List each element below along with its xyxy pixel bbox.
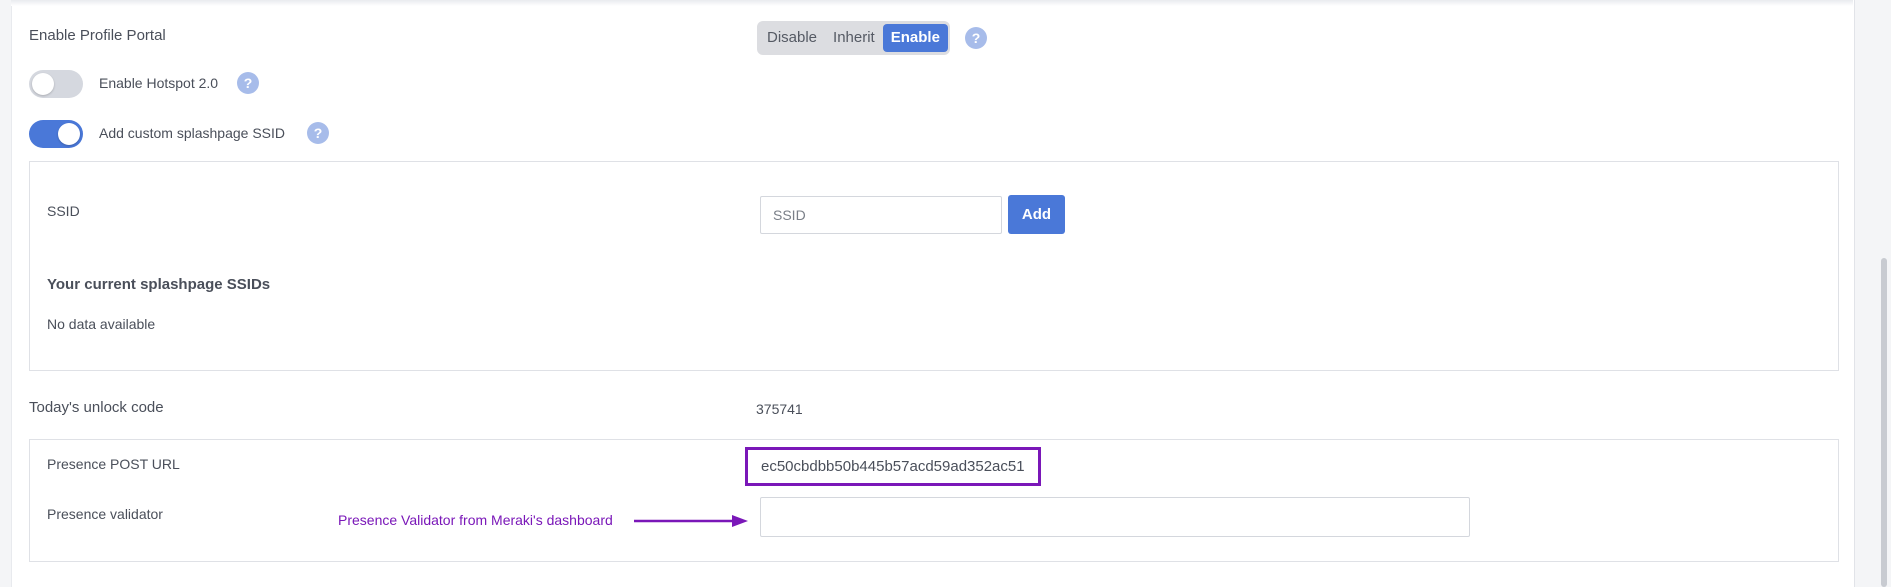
scrollbar-track[interactable] <box>1868 0 1891 587</box>
add-ssid-button[interactable]: Add <box>1008 195 1065 234</box>
scrollbar-thumb[interactable] <box>1881 258 1887 587</box>
hotspot-label: Enable Hotspot 2.0 <box>99 75 219 91</box>
profile-portal-disable-option[interactable]: Disable <box>759 24 825 52</box>
annotation-arrow-icon <box>634 515 748 527</box>
profile-portal-label: Enable Profile Portal <box>29 27 166 44</box>
hotspot-toggle[interactable] <box>29 70 83 98</box>
unlock-code-label: Today's unlock code <box>29 399 164 416</box>
help-icon[interactable]: ? <box>237 72 259 94</box>
ssid-input[interactable] <box>760 196 1002 234</box>
ssid-label: SSID <box>47 203 80 219</box>
profile-portal-enable-option[interactable]: Enable <box>882 24 948 52</box>
custom-splash-label: Add custom splashpage SSID <box>99 125 285 141</box>
help-icon[interactable]: ? <box>965 27 987 49</box>
top-shadow <box>11 0 1853 6</box>
help-icon[interactable]: ? <box>307 122 329 144</box>
splash-ssid-box <box>29 161 1839 371</box>
toggle-knob <box>58 123 80 145</box>
presence-post-url-value: ec50cbdbb50b445b57acd59ad352ac51 <box>745 447 1041 486</box>
profile-portal-segmented-control: Disable Inherit Enable <box>757 21 950 55</box>
presence-validator-input[interactable] <box>760 497 1470 537</box>
no-data-text: No data available <box>47 316 156 332</box>
toggle-knob <box>32 73 54 95</box>
presence-validator-label: Presence validator <box>47 506 163 522</box>
presence-post-url-label: Presence POST URL <box>47 456 180 472</box>
profile-portal-inherit-option[interactable]: Inherit <box>825 24 883 52</box>
custom-splash-toggle[interactable] <box>29 120 83 148</box>
annotation-text: Presence Validator from Meraki's dashboa… <box>338 512 613 528</box>
unlock-code-value: 375741 <box>756 401 803 417</box>
current-ssids-title: Your current splashpage SSIDs <box>47 276 271 293</box>
